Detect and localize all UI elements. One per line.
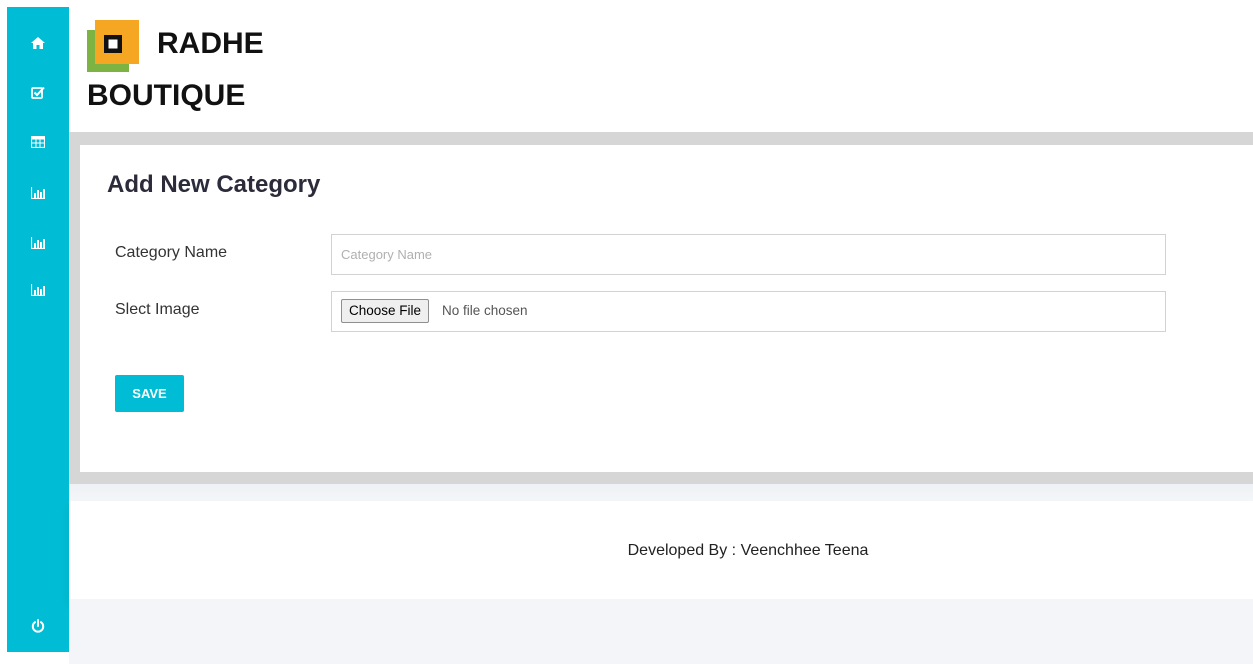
file-status-text: No file chosen: [442, 303, 528, 318]
bar-chart-icon[interactable]: [7, 232, 69, 254]
page-bottom: [69, 599, 1253, 664]
category-name-label: Category Name: [115, 244, 228, 261]
logo-icon: [87, 20, 139, 72]
page-title: Add New Category: [107, 171, 321, 198]
header: RADHE BOUTIQUE: [69, 0, 1253, 132]
brand-name: RADHE: [157, 27, 264, 60]
footer: Developed By : Veenchhee Teena: [69, 501, 1253, 599]
home-icon[interactable]: [7, 32, 69, 54]
save-button[interactable]: SAVE: [115, 375, 184, 412]
checkbox-icon[interactable]: [7, 81, 69, 103]
choose-file-button[interactable]: Choose File: [341, 299, 430, 323]
bar-chart-icon[interactable]: [7, 279, 69, 301]
brand-subname: BOUTIQUE: [87, 79, 246, 112]
power-icon[interactable]: [7, 615, 69, 637]
image-file-input[interactable]: Choose File No file chosen: [331, 291, 1166, 332]
sidebar: [7, 7, 69, 652]
category-name-input[interactable]: [331, 234, 1166, 275]
add-category-card: Add New Category Category Name Slect Ima…: [80, 145, 1253, 472]
bar-chart-icon[interactable]: [7, 182, 69, 204]
select-image-label: Slect Image: [115, 301, 200, 318]
table-icon[interactable]: [7, 131, 69, 153]
divider: [69, 484, 1253, 501]
footer-credit: Developed By : Veenchhee Teena: [627, 542, 869, 559]
